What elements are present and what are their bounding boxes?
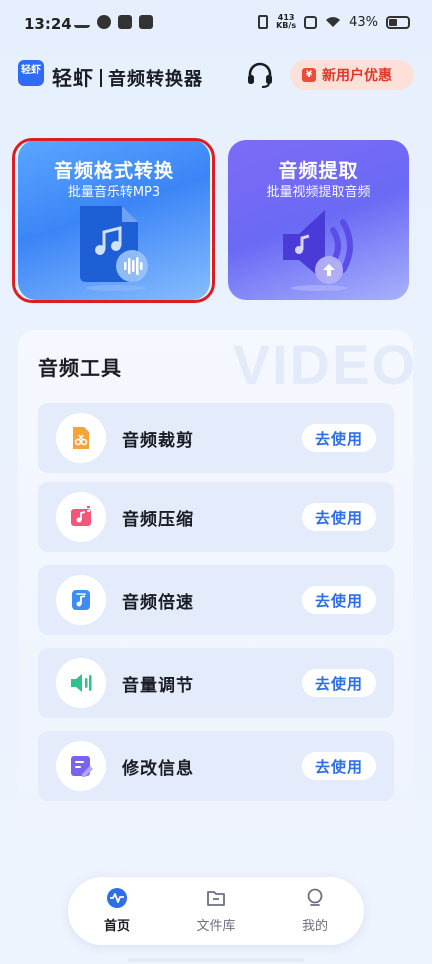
tool-label: 音量调节	[122, 676, 194, 696]
app-notify-icon	[97, 15, 111, 29]
app-logo: 轻虾	[18, 60, 44, 86]
title-divider	[100, 69, 102, 87]
folder-icon	[207, 891, 225, 906]
logo-text: 轻虾	[21, 64, 41, 76]
app-header: 轻虾 轻虾 音频转换器 ¥ 新用户优惠	[0, 52, 432, 96]
tool-row-audio-speed[interactable]: 音频倍速 去使用	[38, 565, 394, 635]
crown-icon	[74, 16, 90, 28]
nav-profile[interactable]: 我的	[270, 887, 360, 937]
bottom-navigation: 首页 文件库 我的	[68, 877, 364, 945]
selection-highlight	[12, 138, 215, 303]
audio-tools-panel: VIDEO 音频工具 音频裁剪 去使用 音频压缩 去使用 音频倍速 去使用 音量…	[18, 330, 413, 833]
brand-subtitle: 音频转换器	[108, 69, 203, 90]
use-button[interactable]: 去使用	[302, 669, 376, 697]
use-button[interactable]: 去使用	[302, 503, 376, 531]
tool-label: 音频倍速	[122, 593, 194, 613]
brand-name: 轻虾	[52, 66, 94, 90]
coupon-icon: ¥	[302, 68, 316, 82]
tools-title: 音频工具	[38, 356, 122, 380]
compress-icon	[56, 492, 106, 542]
nav-home[interactable]: 首页	[72, 887, 162, 937]
tool-label: 修改信息	[122, 759, 194, 779]
speed-icon	[56, 575, 106, 625]
use-button[interactable]: 去使用	[302, 424, 376, 452]
use-button[interactable]: 去使用	[302, 586, 376, 614]
speaker-extract-icon	[282, 210, 353, 291]
wifi-icon	[326, 17, 341, 27]
card-title: 音频提取	[278, 160, 359, 182]
volume-icon	[56, 658, 106, 708]
tool-label: 音频压缩	[122, 510, 194, 530]
network-speed: 413 KB/s	[276, 14, 296, 30]
nav-label: 我的	[301, 919, 328, 934]
promo-label: 新用户优惠	[322, 68, 392, 84]
tools-watermark: VIDEO	[232, 333, 413, 396]
headset-icon[interactable]	[246, 62, 274, 88]
tool-row-volume-adjust[interactable]: 音量调节 去使用	[38, 648, 394, 718]
audio-extract-card[interactable]: 音频提取 批量视频提取音频	[228, 140, 409, 300]
tool-row-edit-info[interactable]: 修改信息 去使用	[38, 731, 394, 801]
tool-row-audio-cut[interactable]: 音频裁剪 去使用	[38, 403, 394, 473]
new-user-promo-button[interactable]: ¥ 新用户优惠	[290, 60, 414, 90]
nav-label: 文件库	[196, 919, 236, 934]
nav-file-library[interactable]: 文件库	[171, 887, 261, 937]
edit-info-icon	[56, 741, 106, 791]
profile-icon	[307, 888, 323, 906]
app-badge-icon	[139, 15, 153, 29]
status-bar: 13:24 413 KB/s 43%	[0, 0, 432, 50]
nav-label: 首页	[103, 919, 130, 934]
home-wave-icon	[107, 888, 127, 908]
battery-percent: 43%	[349, 14, 378, 30]
notification-icons	[74, 15, 153, 29]
app-title: 轻虾 音频转换器	[52, 62, 203, 91]
system-indicators: 413 KB/s 43%	[258, 14, 410, 30]
tool-row-audio-compress[interactable]: 音频压缩 去使用	[38, 482, 394, 552]
use-button[interactable]: 去使用	[302, 752, 376, 780]
battery-icon	[386, 15, 410, 29]
vibrate-icon	[258, 15, 269, 29]
scissors-icon	[56, 413, 106, 463]
mail-icon	[118, 15, 132, 29]
net-speed-unit: KB/s	[276, 21, 297, 30]
tool-label: 音频裁剪	[122, 431, 194, 451]
card-subtitle: 批量视频提取音频	[266, 185, 371, 200]
no-sim-icon	[304, 15, 318, 29]
home-indicator[interactable]	[128, 958, 304, 962]
status-time: 13:24	[24, 15, 72, 33]
